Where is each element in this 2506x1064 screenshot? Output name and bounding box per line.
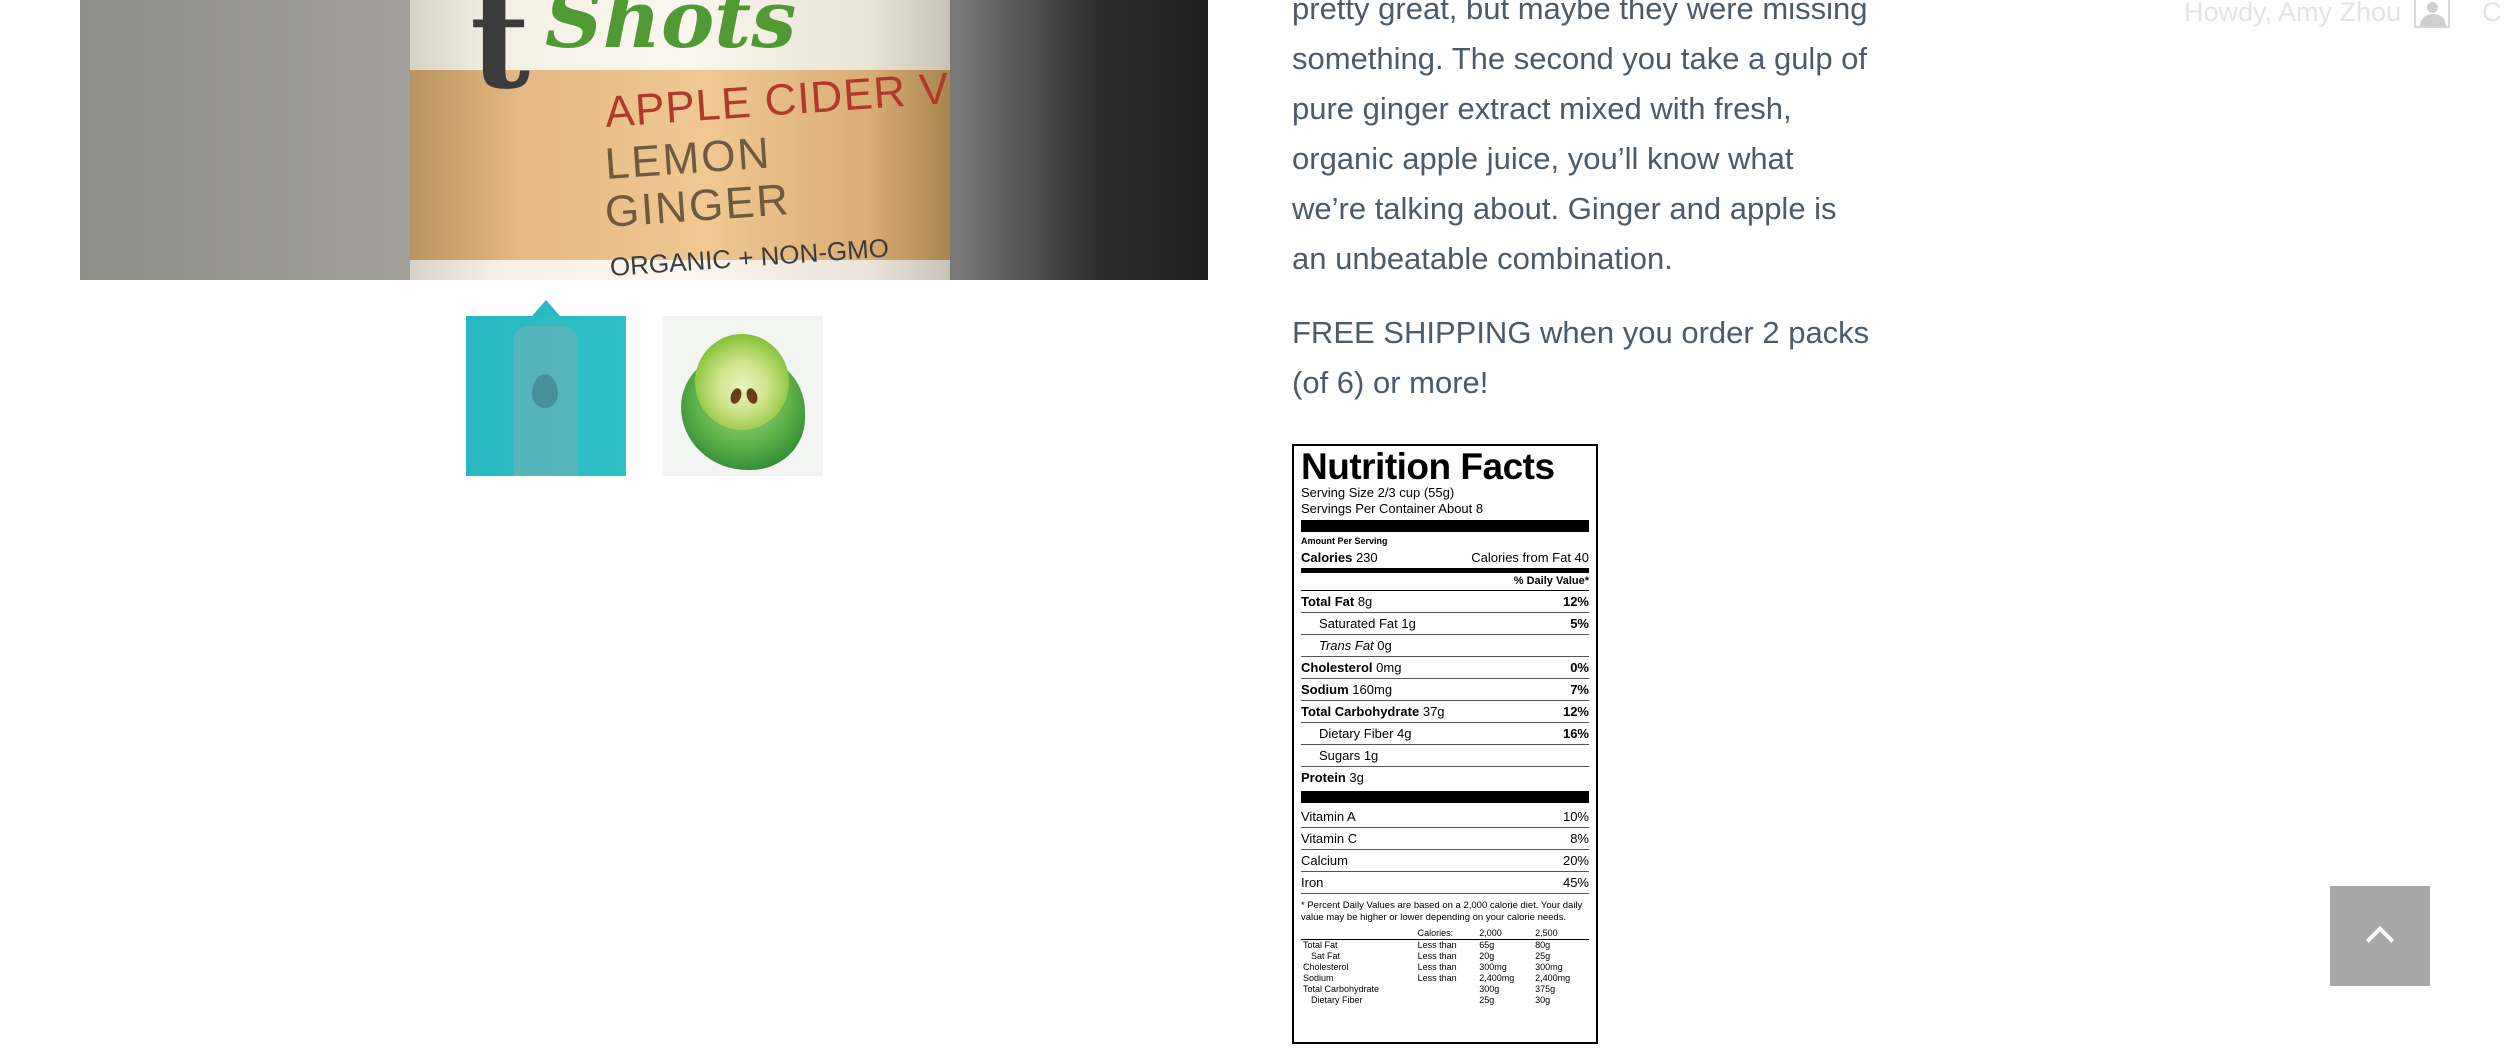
daily-value-header: % Daily Value* (1301, 573, 1589, 591)
vitamin-row: Iron 45% (1301, 872, 1589, 894)
nutrient-row: Saturated Fat 1g 5% (1301, 613, 1589, 635)
serving-size: Serving Size 2/3 cup (55g) (1301, 485, 1455, 500)
nutrient-row: Cholesterol 0mg 0% (1301, 657, 1589, 679)
divider (1301, 520, 1589, 532)
selected-thumbnail-pointer (532, 300, 560, 316)
vitamin-row: Vitamin A 10% (1301, 806, 1589, 828)
table-row: Sodium Less than 2,400mg 2,400mg (1303, 973, 1571, 983)
header-edge-text: C (2482, 0, 2502, 27)
vitamin-row: Calcium 20% (1301, 850, 1589, 872)
thumbnail-apple[interactable] (663, 316, 823, 476)
avatar-shoulders (2420, 14, 2446, 26)
table-header-row: Calories: 2,000 2,500 (1301, 928, 1589, 940)
nutrient-row: Protein 3g (1301, 770, 1364, 785)
nutrient-row: Total Fat 8g 12% (1301, 591, 1589, 613)
calories-row: Calories 230 Calories from Fat 40 (1301, 547, 1589, 573)
apple-icon (695, 334, 789, 430)
table-row: Cholesterol Less than 300mg 300mg (1303, 962, 1563, 972)
nutrient-row: Dietary Fiber 4g 16% (1301, 723, 1589, 745)
shipping-note: FREE SHIPPING when you order 2 packs (of… (1292, 315, 1870, 400)
nutrient-row: Trans Fat 0g (1301, 635, 1589, 657)
calories-value: 230 (1355, 550, 1378, 565)
nutrient-row: Total Carbohydrate 37g 12% (1301, 701, 1589, 723)
avatar-head (2427, 2, 2438, 13)
thumbnail-bottle[interactable] (466, 316, 626, 476)
servings-per-container: Servings Per Container About 8 (1301, 501, 1484, 516)
product-description: pretty great, but maybe they were missin… (1292, 0, 1868, 276)
amount-per-serving: Amount Per Serving (1301, 536, 1388, 546)
logo-letter: t (470, 0, 531, 118)
logo-word: Shots (545, 0, 797, 66)
table-row: Dietary Fiber 25g 30g (1311, 995, 1551, 1005)
nutrient-row: Sugars 1g (1301, 745, 1589, 767)
divider (1301, 791, 1589, 803)
calories-label: Calories (1301, 550, 1353, 565)
drop-icon (532, 374, 558, 408)
nutrition-title: Nutrition Facts (1301, 446, 1555, 487)
daily-values-table: Calories: 2,000 2,500 Total Fat Less than 65… (1301, 928, 1589, 1006)
daily-value-footnote: * Percent Daily Values are based on a 2,… (1301, 900, 1583, 923)
table-row: Sat Fat Less than 20g 25g (1311, 951, 1551, 961)
calories-from-fat: Calories from Fat 40 (1471, 550, 1589, 565)
avatar[interactable] (2414, 0, 2450, 28)
vitamin-row: Vitamin C 8% (1301, 828, 1589, 850)
product-image[interactable]: t Shots APPLE CIDER V LEMON GINGER ORGAN… (80, 0, 1208, 280)
nutrition-facts-label[interactable]: Nutrition Facts Serving Size 2/3 cup (55… (1292, 444, 1598, 1044)
table-row: Total Carbohydrate 300g 375g (1303, 984, 1556, 994)
nutrient-row: Sodium 160mg 7% (1301, 679, 1589, 701)
user-greeting[interactable]: Howdy, Amy Zhou (2184, 0, 2401, 28)
chevron-up-icon (2365, 925, 2395, 955)
scroll-to-top-button[interactable] (2330, 886, 2430, 986)
table-row: Total Fat Less than 65g 80g (1303, 940, 1551, 950)
